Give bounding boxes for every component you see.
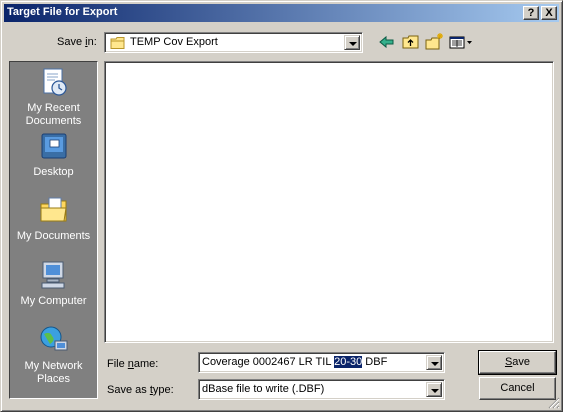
chevron-down-icon xyxy=(431,389,439,393)
my-documents-icon xyxy=(40,197,67,222)
close-button[interactable]: X xyxy=(541,6,557,20)
save-dialog: Target File for Export ? X Save in: TEMP… xyxy=(0,0,563,412)
my-computer-icon xyxy=(41,261,64,289)
help-button[interactable]: ? xyxy=(523,6,539,20)
chevron-down-icon xyxy=(349,42,357,46)
place-my-computer[interactable]: My Computer xyxy=(10,259,97,308)
places-bar: My Recent Documents Desktop My Documents xyxy=(9,61,98,399)
back-arrow-icon xyxy=(379,35,394,49)
place-desktop[interactable]: Desktop xyxy=(10,130,97,179)
view-menu-button[interactable] xyxy=(448,32,474,52)
save-in-label: Save in: xyxy=(57,36,97,48)
create-new-folder-button[interactable] xyxy=(424,32,444,52)
cancel-button[interactable]: Cancel xyxy=(479,377,556,400)
place-label: Documents xyxy=(25,115,82,127)
place-label: My Documents xyxy=(16,230,91,242)
network-places-icon xyxy=(40,326,67,351)
save-as-type-dropdown-button[interactable] xyxy=(426,382,442,397)
file-name-selection: 20-30 xyxy=(334,356,363,368)
new-folder-icon xyxy=(425,33,443,50)
up-one-level-button[interactable] xyxy=(401,32,421,52)
chevron-down-icon xyxy=(431,362,439,366)
save-as-type-label: Save as type: xyxy=(107,384,174,396)
file-name-dropdown-button[interactable] xyxy=(426,355,442,370)
file-name-input[interactable]: Coverage 0002467 LR TIL 20-30 DBF xyxy=(198,352,445,373)
place-label: My Computer xyxy=(20,295,87,307)
title-bar[interactable]: Target File for Export ? X xyxy=(4,4,559,22)
window-title: Target File for Export xyxy=(7,6,118,18)
save-button[interactable]: Save xyxy=(478,350,557,375)
place-label: Places xyxy=(36,373,71,385)
place-my-recent-documents[interactable]: My Recent Documents xyxy=(10,66,97,128)
folder-icon xyxy=(110,37,125,49)
save-in-dropdown[interactable]: TEMP Cov Export xyxy=(104,32,363,53)
place-label: Desktop xyxy=(33,166,74,178)
up-folder-icon xyxy=(402,35,419,49)
file-name-label: File name: xyxy=(107,358,159,370)
save-as-type-value: dBase file to write (.DBF) xyxy=(202,383,325,395)
place-label: My Recent xyxy=(27,102,80,114)
back-button[interactable] xyxy=(377,32,397,52)
desktop-icon xyxy=(41,133,66,159)
save-in-dropdown-button[interactable] xyxy=(344,35,360,50)
save-as-type-dropdown[interactable]: dBase file to write (.DBF) xyxy=(198,379,445,400)
view-menu-icon xyxy=(449,36,472,49)
file-list[interactable] xyxy=(104,61,554,343)
place-my-documents[interactable]: My Documents xyxy=(10,194,97,243)
resize-grip-icon[interactable] xyxy=(548,397,560,409)
place-label: My Network xyxy=(24,360,83,372)
place-my-network-places[interactable]: My Network Places xyxy=(10,324,97,386)
file-name-value: Coverage 0002467 LR TIL 20-30 DBF xyxy=(202,356,388,368)
recent-documents-icon xyxy=(43,68,67,96)
save-in-value: TEMP Cov Export xyxy=(130,36,218,48)
